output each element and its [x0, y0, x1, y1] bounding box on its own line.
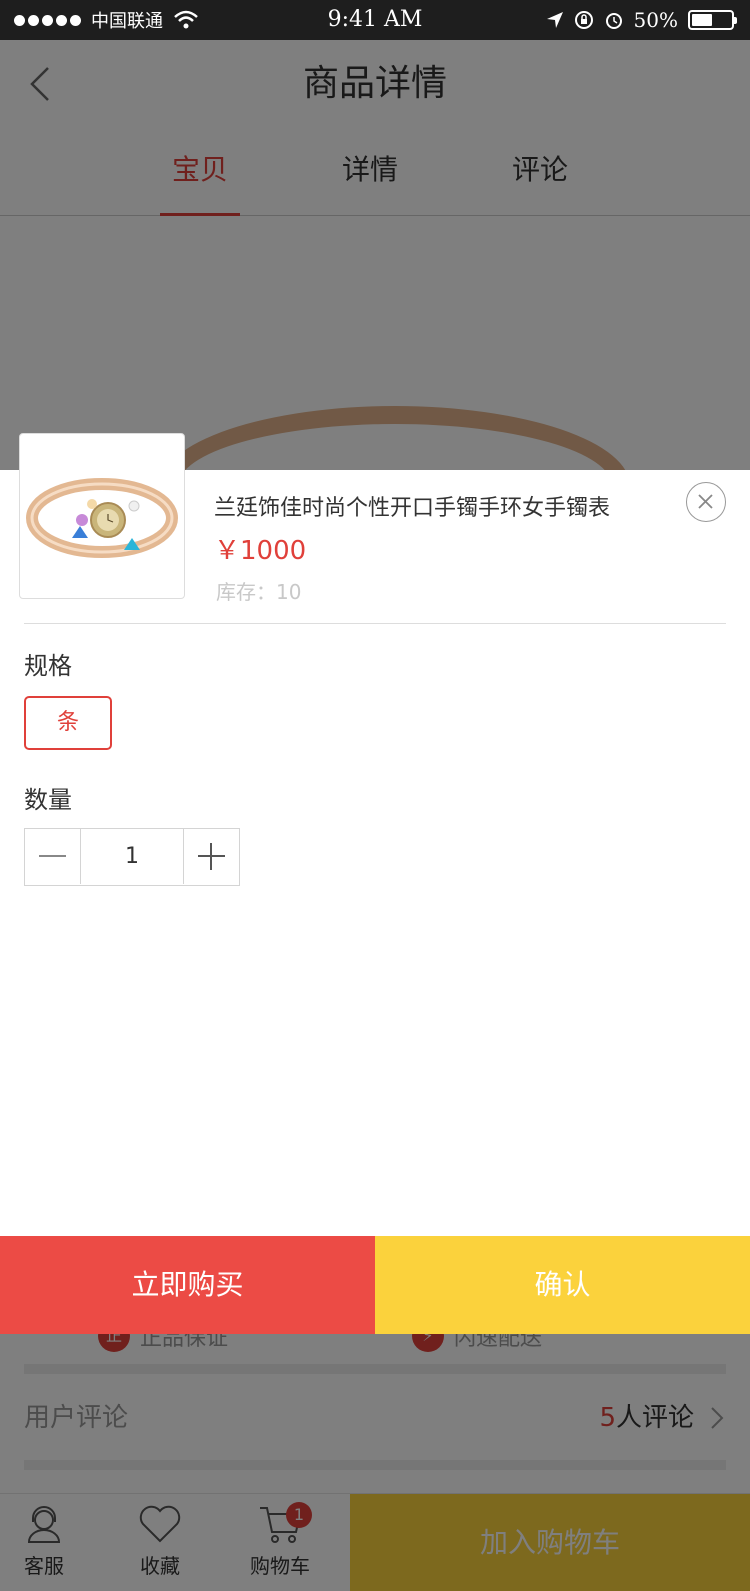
- battery-percent: 50%: [633, 8, 678, 32]
- confirm-button[interactable]: 确认: [375, 1236, 750, 1334]
- quantity-value[interactable]: 1: [81, 829, 183, 885]
- status-bar: 中国联通 9:41 AM 50%: [0, 0, 750, 40]
- product-thumbnail: [19, 433, 185, 599]
- rotation-lock-icon: [574, 11, 593, 29]
- alarm-icon: [605, 13, 622, 29]
- product-name: 兰廷饰佳时尚个性开口手镯手环女手镯表: [214, 496, 611, 521]
- spec-label: 规格: [24, 652, 72, 680]
- close-icon: [698, 494, 713, 509]
- decrease-button[interactable]: [25, 829, 81, 884]
- bracelet-watch-image: [26, 478, 178, 558]
- location-icon: [546, 12, 563, 28]
- product-stock: 库存：10: [216, 580, 302, 604]
- increase-button[interactable]: [183, 829, 239, 884]
- spec-option[interactable]: 条: [24, 696, 112, 750]
- battery-icon: [688, 10, 737, 30]
- product-price: ￥1000: [214, 536, 307, 566]
- quantity-stepper: 1: [24, 828, 240, 886]
- minus-icon: [39, 855, 66, 857]
- buy-now-button[interactable]: 立即购买: [0, 1236, 375, 1334]
- status-right: 50%: [546, 0, 737, 40]
- sheet-divider: [24, 623, 726, 624]
- close-button[interactable]: [686, 482, 726, 522]
- quantity-label: 数量: [24, 786, 72, 814]
